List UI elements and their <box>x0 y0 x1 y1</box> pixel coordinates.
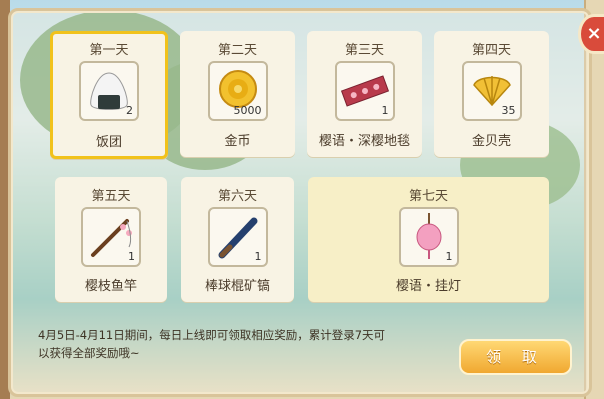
day-label: 第五天 <box>91 189 131 204</box>
day-card-2[interactable]: 第二天 5000 金币 <box>180 31 295 157</box>
item-quantity: 1 <box>128 250 135 263</box>
close-button[interactable]: × <box>578 14 604 54</box>
item-slot: 1 <box>81 207 141 267</box>
item-slot: 2 <box>79 61 139 121</box>
day-card-1[interactable]: 第一天 2 饭团 <box>50 31 168 159</box>
item-quantity: 1 <box>445 250 453 263</box>
item-quantity: 35 <box>501 104 516 117</box>
claim-button[interactable]: 领 取 <box>459 339 572 375</box>
day-label: 第七天 <box>408 189 448 204</box>
item-name: 樱语・挂灯 <box>395 279 461 294</box>
item-name: 金贝壳 <box>471 134 511 149</box>
day-card-6[interactable]: 第六天 1 棒球棍矿镐 <box>181 177 294 302</box>
close-icon: × <box>586 23 602 44</box>
item-slot: 5000 <box>207 61 268 121</box>
item-slot: 35 <box>461 61 522 121</box>
item-quantity: 1 <box>254 250 262 263</box>
day-card-7[interactable]: 第七天 1 樱语・挂灯 <box>308 177 549 302</box>
day-label: 第二天 <box>217 43 257 58</box>
day-label: 第四天 <box>471 43 511 58</box>
item-name: 金币 <box>224 134 251 149</box>
item-slot: 1 <box>334 61 395 121</box>
item-slot: 1 <box>207 207 268 267</box>
day-card-5[interactable]: 第五天 1 樱枝鱼竿 <box>55 177 167 302</box>
item-quantity: 5000 <box>233 104 262 117</box>
event-description: 4月5日-4月11日期间，每日上线即可领取相应奖励，累计登录7天可以获得全部奖励… <box>38 328 386 360</box>
day-card-4[interactable]: 第四天 35 金贝壳 <box>434 31 549 157</box>
item-quantity: 1 <box>381 104 389 117</box>
item-slot: 1 <box>398 207 459 267</box>
item-quantity: 2 <box>126 104 133 117</box>
item-name: 樱枝鱼竿 <box>84 279 137 294</box>
day-card-3[interactable]: 第三天 1 樱语・深樱地毯 <box>307 31 422 157</box>
item-name: 樱语・深樱地毯 <box>318 134 410 149</box>
item-name: 饭团 <box>95 135 122 150</box>
day-label: 第三天 <box>344 43 384 58</box>
day-label: 第六天 <box>217 189 257 204</box>
item-name: 棒球棍矿镐 <box>204 279 270 294</box>
day-label: 第一天 <box>89 43 129 58</box>
